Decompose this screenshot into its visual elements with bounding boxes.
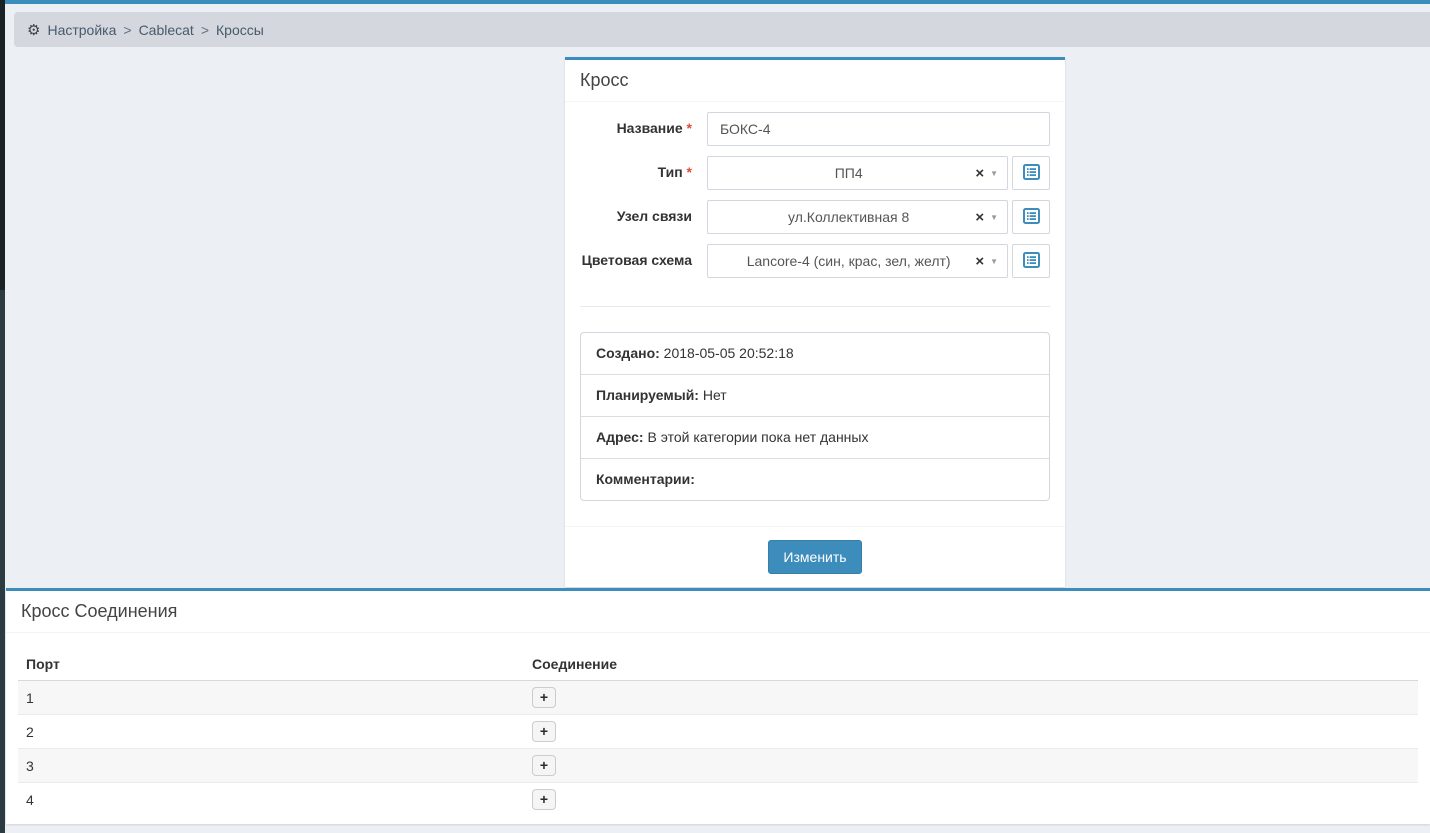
connection-column-header: Соединение xyxy=(524,648,1418,681)
clear-selection-icon[interactable]: × xyxy=(975,210,984,225)
kross-panel-body: Название * Тип * ПП4 × ▼ xyxy=(565,102,1065,526)
form-row-name: Название * xyxy=(580,112,1050,146)
form-row-type: Тип * ПП4 × ▼ xyxy=(580,156,1050,190)
port-cell: 3 xyxy=(18,749,524,783)
connections-panel-body: Порт Соединение 1 + 2 + 3 + 4 xyxy=(6,633,1430,824)
node-label: Узел связи xyxy=(580,200,692,234)
form-divider xyxy=(580,306,1050,307)
port-row: 2 + xyxy=(18,715,1418,749)
type-label: Тип * xyxy=(580,156,692,190)
color-scheme-select[interactable]: Lancore-4 (син, крас, зел, желт) × ▼ xyxy=(707,244,1008,278)
name-input[interactable] xyxy=(707,112,1050,146)
required-asterisk: * xyxy=(687,164,692,180)
port-cell: 4 xyxy=(18,783,524,817)
kross-panel-footer: Изменить xyxy=(565,526,1065,587)
connections-table: Порт Соединение 1 + 2 + 3 + 4 xyxy=(18,648,1418,816)
info-label: Комментарии: xyxy=(596,471,695,487)
form-row-color-scheme: Цветовая схема Lancore-4 (син, крас, зел… xyxy=(580,244,1050,278)
kross-panel-title: Кросс xyxy=(565,60,1065,102)
chevron-down-icon[interactable]: ▼ xyxy=(990,213,998,222)
node-label-text: Узел связи xyxy=(617,208,692,224)
color-scheme-control-area: Lancore-4 (син, крас, зел, желт) × ▼ xyxy=(707,244,1050,278)
sidebar-collapsed-strip-upper xyxy=(0,0,5,290)
info-value: 2018-05-05 20:52:18 xyxy=(664,345,794,361)
breadcrumb-item-cablecat[interactable]: Cablecat xyxy=(139,22,194,38)
type-list-button[interactable] xyxy=(1012,156,1050,190)
info-value: Нет xyxy=(703,387,727,403)
type-select[interactable]: ПП4 × ▼ xyxy=(707,156,1008,190)
port-cell: 2 xyxy=(18,715,524,749)
info-value: В этой категории пока нет данных xyxy=(648,429,869,445)
port-column-header: Порт xyxy=(18,648,524,681)
connections-table-header-row: Порт Соединение xyxy=(18,648,1418,681)
required-asterisk: * xyxy=(687,120,692,136)
chevron-down-icon[interactable]: ▼ xyxy=(990,169,998,178)
form-row-node: Узел связи ул.Коллективная 8 × ▼ xyxy=(580,200,1050,234)
info-label: Создано: xyxy=(596,345,660,361)
breadcrumb-separator: > xyxy=(123,22,131,38)
sidebar-collapsed-strip[interactable] xyxy=(0,0,5,833)
add-connection-button[interactable]: + xyxy=(532,789,556,810)
chevron-down-icon[interactable]: ▼ xyxy=(990,257,998,266)
info-label: Планируемый: xyxy=(596,387,699,403)
submit-change-button[interactable]: Изменить xyxy=(768,540,861,574)
add-connection-button[interactable]: + xyxy=(532,687,556,708)
color-scheme-label-text: Цветовая схема xyxy=(582,252,692,268)
color-scheme-label: Цветовая схема xyxy=(580,244,692,278)
node-select-value: ул.Коллективная 8 xyxy=(708,209,971,225)
add-connection-button[interactable]: + xyxy=(532,755,556,776)
info-row-created: Создано: 2018-05-05 20:52:18 xyxy=(581,333,1049,375)
breadcrumb-item-settings[interactable]: Настройка xyxy=(47,22,116,38)
info-row-comments: Комментарии: xyxy=(581,459,1049,500)
list-alt-icon xyxy=(1023,252,1040,271)
node-control-area: ул.Коллективная 8 × ▼ xyxy=(707,200,1050,234)
port-row: 3 + xyxy=(18,749,1418,783)
name-label-text: Название xyxy=(617,120,683,136)
add-connection-button[interactable]: + xyxy=(532,721,556,742)
top-accent-bar xyxy=(0,0,1430,4)
connections-panel-title: Кросс Соединения xyxy=(6,591,1430,633)
info-label: Адрес: xyxy=(596,429,644,445)
color-scheme-list-button[interactable] xyxy=(1012,244,1050,278)
info-row-address: Адрес: В этой категории пока нет данных xyxy=(581,417,1049,459)
clear-selection-icon[interactable]: × xyxy=(975,254,984,269)
name-label: Название * xyxy=(580,112,692,146)
node-select[interactable]: ул.Коллективная 8 × ▼ xyxy=(707,200,1008,234)
port-row: 4 + xyxy=(18,783,1418,817)
kross-info-list: Создано: 2018-05-05 20:52:18 Планируемый… xyxy=(580,332,1050,501)
info-row-planned: Планируемый: Нет xyxy=(581,375,1049,417)
breadcrumb-item-crosses: Кроссы xyxy=(216,22,264,38)
name-control-area xyxy=(707,112,1050,146)
node-list-button[interactable] xyxy=(1012,200,1050,234)
breadcrumb-separator: > xyxy=(201,22,209,38)
type-label-text: Тип xyxy=(658,164,683,180)
type-select-value: ПП4 xyxy=(708,165,971,181)
breadcrumb: ⚙ Настройка > Cablecat > Кроссы xyxy=(14,12,1430,47)
list-alt-icon xyxy=(1023,164,1040,183)
gear-icon: ⚙ xyxy=(27,21,40,39)
list-alt-icon xyxy=(1023,208,1040,227)
connections-panel: Кросс Соединения Порт Соединение 1 + 2 + xyxy=(6,588,1430,824)
port-cell: 1 xyxy=(18,681,524,715)
port-row: 1 + xyxy=(18,681,1418,715)
color-scheme-select-value: Lancore-4 (син, крас, зел, желт) xyxy=(708,253,971,269)
type-control-area: ПП4 × ▼ xyxy=(707,156,1050,190)
kross-panel: Кросс Название * Тип * ПП4 × ▼ xyxy=(565,57,1065,587)
clear-selection-icon[interactable]: × xyxy=(975,166,984,181)
